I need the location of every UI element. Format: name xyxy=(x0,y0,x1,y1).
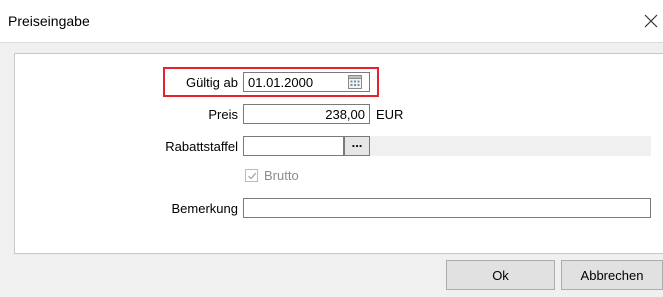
remark-field[interactable] xyxy=(243,198,651,218)
title-bar: Preiseingabe xyxy=(0,0,663,43)
discount-browse-button[interactable]: ... xyxy=(344,136,370,156)
discount-scale-field[interactable] xyxy=(243,136,344,156)
ok-button[interactable]: Ok xyxy=(446,260,555,290)
price-field[interactable] xyxy=(243,104,370,124)
discount-scale-label: Rabattstaffel xyxy=(165,139,238,154)
brutto-checkbox[interactable] xyxy=(245,169,258,182)
window-title: Preiseingabe xyxy=(8,13,90,29)
checkmark-icon xyxy=(248,172,257,180)
remark-label: Bemerkung xyxy=(171,201,238,216)
price-label: Preis xyxy=(208,107,238,122)
cancel-button[interactable]: Abbrechen xyxy=(561,260,663,290)
currency-label: EUR xyxy=(376,107,404,122)
close-icon[interactable] xyxy=(641,10,661,32)
valid-from-label: Gültig ab xyxy=(185,75,238,90)
calendar-icon[interactable] xyxy=(347,74,363,90)
discount-scale-display xyxy=(370,136,651,156)
brutto-label: Brutto xyxy=(264,168,299,183)
